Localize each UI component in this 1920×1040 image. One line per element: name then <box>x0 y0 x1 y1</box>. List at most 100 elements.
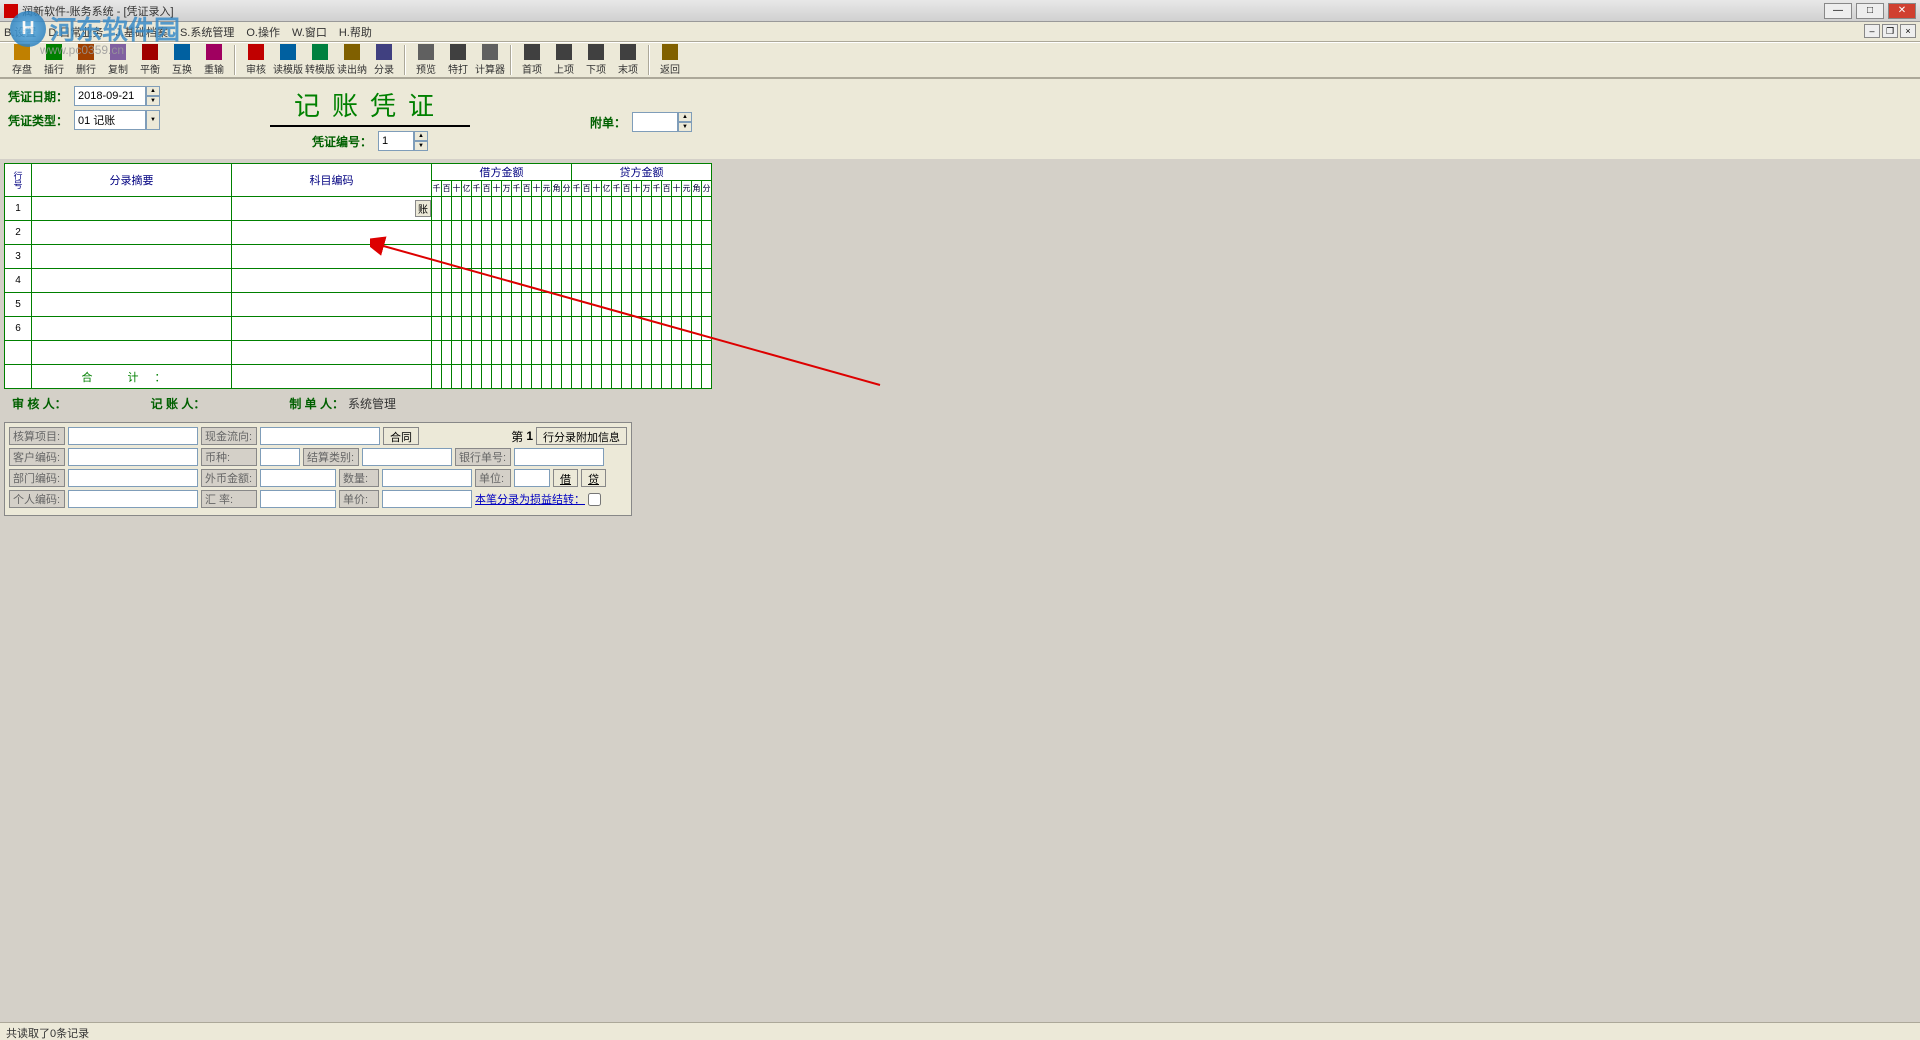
mdi-minimize[interactable]: – <box>1864 24 1880 38</box>
toolbar-label: 分录 <box>374 61 394 76</box>
voucher-title: 记账凭证 <box>270 86 470 123</box>
toolbar-redo[interactable]: 重输 <box>198 43 230 77</box>
rate-input[interactable] <box>260 490 336 508</box>
toolbar-label: 互换 <box>172 61 192 76</box>
price-input[interactable] <box>382 490 472 508</box>
toolbar-delete-row[interactable]: 删行 <box>70 43 102 77</box>
grid-row[interactable]: 2 <box>5 221 712 245</box>
toolbar-label: 首项 <box>522 61 542 76</box>
cashflow-input[interactable] <box>260 427 380 445</box>
settle-type-input[interactable] <box>362 448 452 466</box>
currency-input[interactable] <box>260 448 300 466</box>
redo-icon <box>206 44 222 60</box>
signers-row: 审 核 人： 记 账 人： 制 单 人：系统管理 <box>0 389 1920 418</box>
menu-daily[interactable]: D.日常业务 <box>48 24 103 40</box>
toolbar-save[interactable]: 存盘 <box>6 43 38 77</box>
grid-row[interactable]: 3 <box>5 245 712 269</box>
grid-row-blank[interactable] <box>5 341 712 365</box>
toolbar-label: 预览 <box>416 61 436 76</box>
insert-row-icon <box>46 44 62 60</box>
contract-button[interactable]: 合同 <box>383 427 419 445</box>
accounting-item-label: 核算项目: <box>9 427 65 445</box>
entry-icon <box>376 44 392 60</box>
dept-code-input[interactable] <box>68 469 198 487</box>
toolbar-balance[interactable]: 平衡 <box>134 43 166 77</box>
minimize-button[interactable]: — <box>1824 3 1852 19</box>
toolbar-check[interactable]: 审核 <box>240 43 272 77</box>
grid-row[interactable]: 5 <box>5 293 712 317</box>
toolbar-label: 转模版 <box>305 61 335 76</box>
qty-input[interactable] <box>382 469 472 487</box>
dept-code-label: 部门编码: <box>9 469 65 487</box>
toolbar-read-tmpl[interactable]: 读模版 <box>272 43 304 77</box>
row-num-label: 第 <box>511 428 523 445</box>
attach-input[interactable]: ▲▼ <box>632 112 692 132</box>
debit-button[interactable]: 借 <box>553 469 578 487</box>
grid-row[interactable]: 6 <box>5 317 712 341</box>
toolbar-entry[interactable]: 分录 <box>368 43 400 77</box>
toolbar-label: 插行 <box>44 61 64 76</box>
type-select[interactable]: ▼ <box>74 110 160 130</box>
customer-code-input[interactable] <box>68 448 198 466</box>
status-bar: 共读取了0条记录 <box>0 1022 1920 1040</box>
rate-label: 汇 率: <box>201 490 257 508</box>
balance-icon <box>142 44 158 60</box>
credit-button[interactable]: 贷 <box>581 469 606 487</box>
person-code-input[interactable] <box>68 490 198 508</box>
detail-panel: 核算项目: 现金流向: 合同 第 1 行分录附加信息 客户编码: 币种: 结算类… <box>4 422 632 516</box>
voucher-num-label: 凭证编号： <box>312 133 372 150</box>
menu-operate[interactable]: O.操作 <box>246 24 280 40</box>
grid-row[interactable]: 1账 <box>5 197 712 221</box>
toolbar-read-cash[interactable]: 读出纳 <box>336 43 368 77</box>
save-icon <box>14 44 30 60</box>
toolbar-calc[interactable]: 计算器 <box>474 43 506 77</box>
back-icon <box>662 44 678 60</box>
mdi-close[interactable]: × <box>1900 24 1916 38</box>
window-title: 润新软件-账务系统 - [凭证录入] <box>22 3 1824 19</box>
toolbar-swap[interactable]: 互换 <box>166 43 198 77</box>
menu-window[interactable]: W.窗口 <box>292 24 327 40</box>
toolbar-preview[interactable]: 预览 <box>410 43 442 77</box>
bookkeeper-label: 记 账 人： <box>151 395 210 412</box>
unit-input[interactable] <box>514 469 550 487</box>
toolbar-first[interactable]: 首项 <box>516 43 548 77</box>
menu-base[interactable]: J.基础档案 <box>115 24 168 40</box>
pl-transfer-checkbox[interactable] <box>588 493 601 506</box>
ledger-button[interactable]: 账 <box>415 200 431 217</box>
check-icon <box>248 44 264 60</box>
row-extra-button[interactable]: 行分录附加信息 <box>536 427 627 445</box>
pl-transfer-link[interactable]: 本笔分录为损益结转： <box>475 491 585 507</box>
grid-row[interactable]: 4 <box>5 269 712 293</box>
menu-settings[interactable]: B.设置 <box>4 24 36 40</box>
voucher-num-input[interactable]: ▲▼ <box>378 131 428 151</box>
accounting-item-input[interactable] <box>68 427 198 445</box>
toolbar-print[interactable]: 特打 <box>442 43 474 77</box>
toolbar-to-tmpl[interactable]: 转模版 <box>304 43 336 77</box>
toolbar-prev[interactable]: 上项 <box>548 43 580 77</box>
toolbar-insert-row[interactable]: 插行 <box>38 43 70 77</box>
fx-amount-input[interactable] <box>260 469 336 487</box>
toolbar: 存盘插行删行复制平衡互换重输审核读模版转模版读出纳分录 预览特打计算器首项上项下项… <box>0 42 1920 78</box>
fx-amount-label: 外币金额: <box>201 469 257 487</box>
toolbar-label: 返回 <box>660 61 680 76</box>
menu-system[interactable]: S.系统管理 <box>180 24 234 40</box>
bank-no-input[interactable] <box>514 448 604 466</box>
toolbar-last[interactable]: 末项 <box>612 43 644 77</box>
read-tmpl-icon <box>280 44 296 60</box>
swap-icon <box>174 44 190 60</box>
menu-help[interactable]: H.帮助 <box>339 24 372 40</box>
date-input[interactable]: ▲▼ <box>74 86 160 106</box>
maximize-button[interactable]: □ <box>1856 3 1884 19</box>
toolbar-label: 读模版 <box>273 61 303 76</box>
toolbar-back[interactable]: 返回 <box>654 43 686 77</box>
mdi-restore[interactable]: ❐ <box>1882 24 1898 38</box>
toolbar-next[interactable]: 下项 <box>580 43 612 77</box>
toolbar-label: 平衡 <box>140 61 160 76</box>
toolbar-label: 末项 <box>618 61 638 76</box>
toolbar-label: 读出纳 <box>337 61 367 76</box>
type-label: 凭证类型： <box>8 112 68 129</box>
close-button[interactable]: ✕ <box>1888 3 1916 19</box>
price-label: 单价: <box>339 490 379 508</box>
currency-label: 币种: <box>201 448 257 466</box>
toolbar-copy[interactable]: 复制 <box>102 43 134 77</box>
